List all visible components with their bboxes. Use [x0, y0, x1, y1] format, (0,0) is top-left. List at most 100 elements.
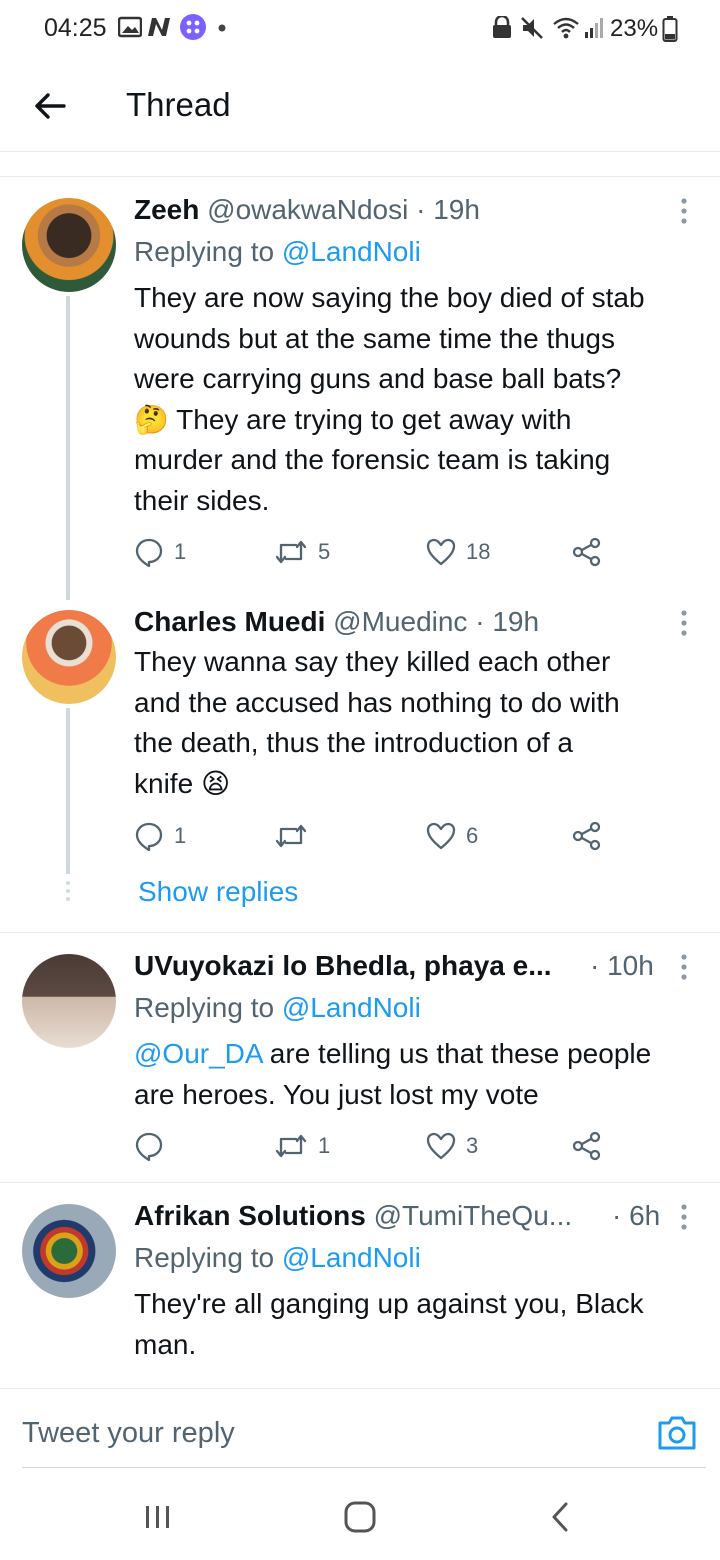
- tweet-charles-muedi[interactable]: Charles Muedi @Muedinc · 19h They wanna …: [0, 590, 720, 930]
- share-icon: [572, 537, 601, 567]
- reply-underline: [22, 1467, 706, 1468]
- avatar[interactable]: [22, 1204, 116, 1298]
- tweet-time: · 6h: [612, 1200, 660, 1232]
- share-icon: [572, 1131, 601, 1161]
- retweet-icon: [275, 1134, 307, 1158]
- show-replies-link[interactable]: Show replies: [138, 876, 298, 908]
- retweet-count: 1: [318, 1133, 331, 1158]
- tweet-actions: 1 6: [134, 819, 614, 853]
- author-name[interactable]: UVuyokazi lo Bhedla, phaya e...: [134, 950, 552, 981]
- tweet-line: man.: [134, 1328, 197, 1360]
- author-name[interactable]: Afrikan Solutions: [134, 1200, 366, 1231]
- page-title: Thread: [126, 86, 231, 123]
- like-button[interactable]: 6: [426, 819, 478, 853]
- tweet-line: @Our_DA are telling us that these people: [134, 1034, 714, 1075]
- camera-icon[interactable]: [656, 1413, 698, 1453]
- author-name[interactable]: Zeeh: [134, 194, 199, 225]
- tweet-line: They are now saying the boy died of stab: [134, 282, 645, 313]
- avatar[interactable]: [22, 198, 116, 292]
- heart-icon: [426, 822, 456, 850]
- avatar[interactable]: [22, 954, 116, 1048]
- gallery-icon: [118, 16, 142, 38]
- author-handle[interactable]: @owakwaNdosi: [207, 194, 408, 225]
- thinking-emoji: 🤔: [134, 403, 169, 435]
- author-handle[interactable]: @TumiTheQu...: [374, 1200, 573, 1231]
- tweet-zeeh[interactable]: Zeeh @owakwaNdosi · 19h Replying to @Lan…: [0, 178, 720, 600]
- tweet-header: Charles Muedi @Muedinc · 19h: [134, 606, 539, 638]
- heart-icon: [426, 538, 456, 566]
- reply-button[interactable]: [134, 1129, 174, 1163]
- mention-link[interactable]: @LandNoli: [282, 992, 421, 1023]
- reply-icon: [135, 538, 163, 567]
- tweet-uvuyokazi[interactable]: UVuyokazi lo Bhedla, phaya e... · 10h Re…: [0, 934, 720, 1180]
- reply-icon: [135, 822, 163, 851]
- more-options-icon[interactable]: [674, 952, 694, 982]
- divider: [0, 176, 720, 177]
- share-button[interactable]: [572, 819, 602, 853]
- timestamp: 19h: [433, 194, 480, 225]
- replying-prefix: Replying to: [134, 236, 282, 267]
- reply-input[interactable]: Tweet your reply: [22, 1417, 235, 1450]
- mute-icon: [521, 17, 543, 39]
- signal-icon: [585, 18, 603, 38]
- tweet-line: and the accused has nothing to do with: [134, 686, 620, 718]
- tweet-afrikan-solutions[interactable]: Afrikan Solutions @TumiTheQu... · 6h Rep…: [0, 1184, 720, 1388]
- tweet-line-text: knife: [134, 767, 194, 799]
- more-options-icon[interactable]: [674, 608, 694, 638]
- reply-button[interactable]: 1: [134, 535, 186, 569]
- share-button[interactable]: [572, 535, 602, 569]
- retweet-button[interactable]: [274, 819, 318, 853]
- more-replies-dots-icon: [66, 881, 70, 901]
- avatar[interactable]: [22, 610, 116, 704]
- status-bar: 04:25 23%: [0, 0, 720, 60]
- android-nav-bar: [0, 1470, 720, 1560]
- tweet-line-text: are telling us that these people: [262, 1038, 652, 1069]
- tweet-line: They're all ganging up against you, Blac…: [134, 1288, 644, 1319]
- status-time: 04:25: [44, 14, 107, 42]
- reply-button[interactable]: 1: [134, 819, 186, 853]
- retweet-button[interactable]: 5: [274, 535, 330, 569]
- recent-apps-icon[interactable]: [138, 1500, 178, 1534]
- mention-link[interactable]: @LandNoli: [282, 1242, 421, 1273]
- like-count: 3: [466, 1133, 479, 1158]
- replying-to: Replying to @LandNoli: [134, 1242, 421, 1274]
- lock-icon: [493, 16, 511, 38]
- n-app-icon: [148, 18, 170, 36]
- tweet-text: They are now saying the boy died of stab…: [134, 278, 704, 522]
- mention-link[interactable]: @Our_DA: [134, 1038, 262, 1069]
- more-options-icon[interactable]: [674, 196, 694, 226]
- share-button[interactable]: [572, 1129, 602, 1163]
- back-icon[interactable]: [542, 1500, 582, 1534]
- like-button[interactable]: 3: [426, 1129, 478, 1163]
- tweet-line: murder and the forensic team is taking: [134, 444, 611, 476]
- separator-dot: ·: [416, 194, 426, 225]
- tweet-text: They're all ganging up against you, Blac…: [134, 1284, 704, 1365]
- retweet-button[interactable]: 1: [274, 1129, 330, 1163]
- app-icon: [180, 14, 206, 40]
- tweet-line: wounds but at the same time the thugs: [134, 322, 615, 354]
- replying-prefix: Replying to: [134, 1242, 282, 1273]
- timestamp: 19h: [492, 606, 540, 637]
- heart-icon: [426, 1132, 456, 1160]
- author-name[interactable]: Charles Muedi: [134, 606, 325, 637]
- tweet-header: UVuyokazi lo Bhedla, phaya e...: [134, 950, 552, 982]
- mention-link[interactable]: @LandNoli: [282, 236, 421, 267]
- more-options-icon[interactable]: [674, 1202, 694, 1232]
- tweet-text: @Our_DA are telling us that these people…: [134, 1034, 714, 1115]
- separator-dot: ·: [475, 606, 485, 637]
- tweet-line: the death, thus the introduction of a: [134, 727, 573, 759]
- like-count: 18: [466, 539, 491, 564]
- thread-line: [66, 296, 70, 600]
- author-handle[interactable]: @Muedinc: [333, 606, 467, 637]
- like-button[interactable]: 18: [426, 535, 490, 569]
- tweet-header: Zeeh @owakwaNdosi · 19h: [134, 194, 480, 226]
- tweet-line: are heroes. You just lost my vote: [134, 1078, 539, 1110]
- retweet-icon: [275, 824, 307, 848]
- thread-line: [66, 708, 70, 874]
- home-icon[interactable]: [340, 1500, 380, 1534]
- share-icon: [572, 821, 601, 851]
- tweet-line: knife 😫: [134, 764, 704, 805]
- arrow-left-icon[interactable]: [28, 84, 72, 128]
- reply-composer[interactable]: Tweet your reply: [0, 1388, 720, 1470]
- battery-icon: [662, 16, 678, 42]
